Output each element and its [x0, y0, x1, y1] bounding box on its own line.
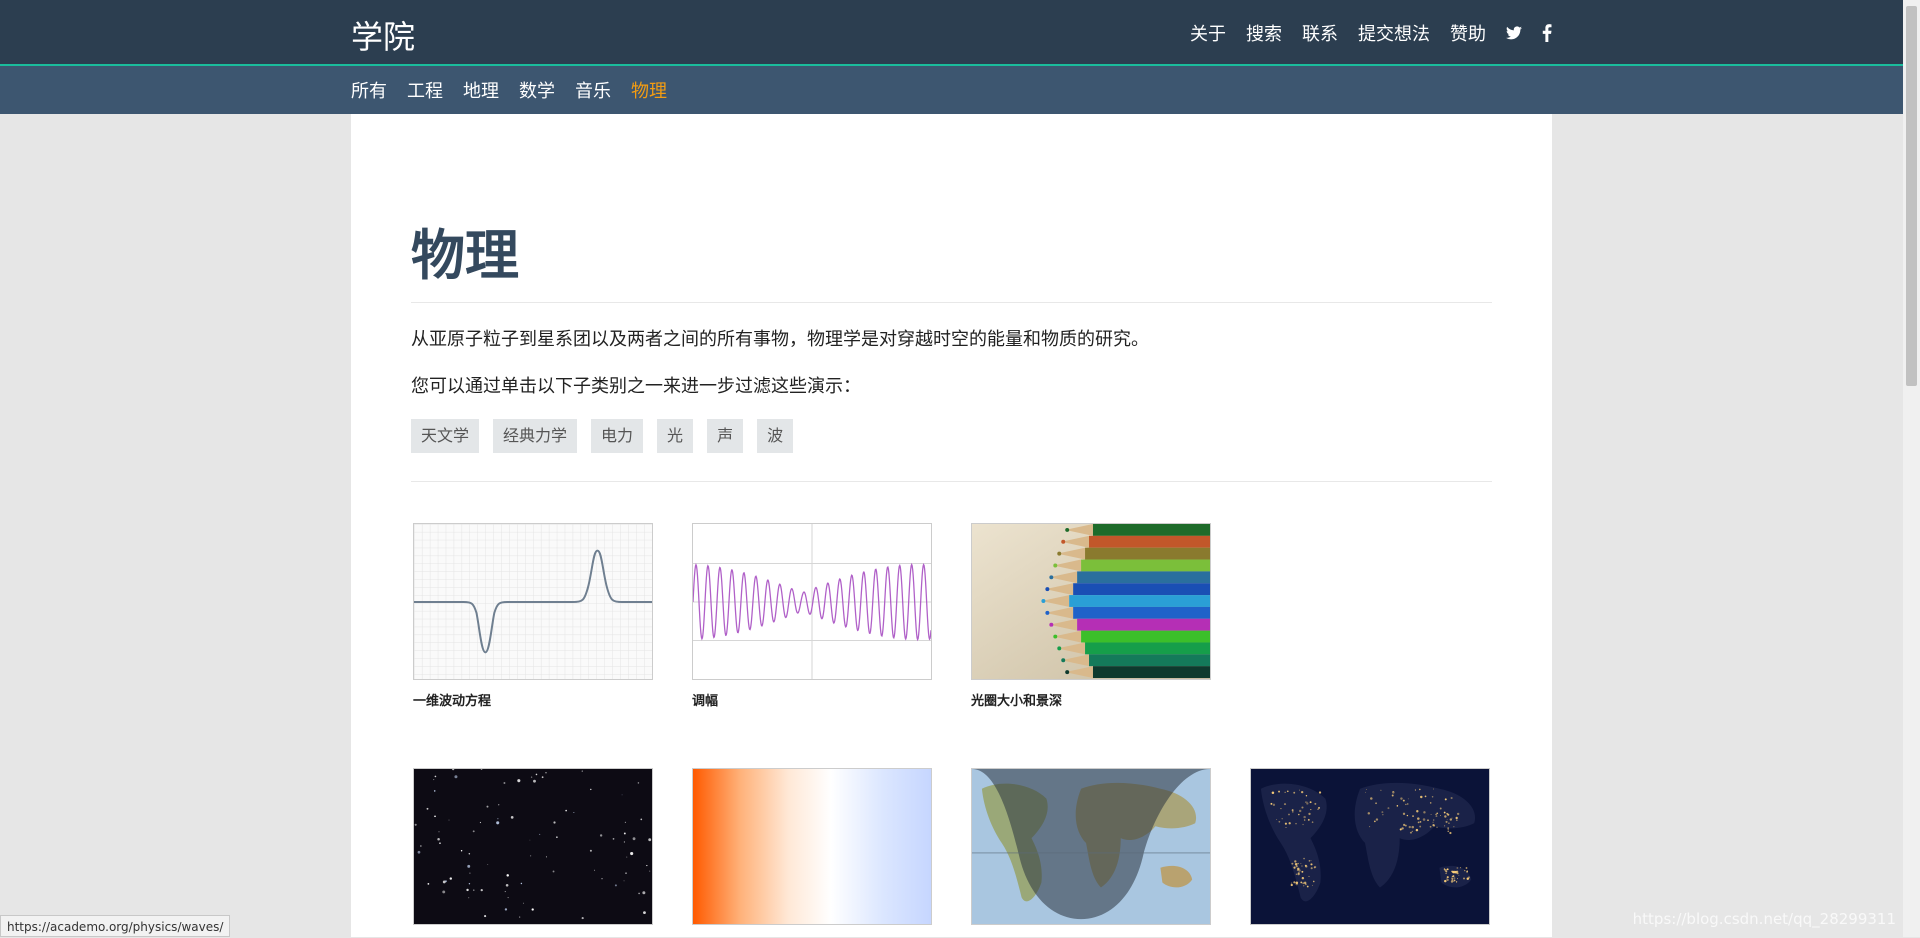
- browser-status-url: https://academo.org/physics/waves/: [0, 915, 231, 937]
- page-scrollbar[interactable]: [1903, 0, 1920, 937]
- filter-prompt-text: 您可以通过单击以下子类别之一来进一步过滤这些演示：: [411, 376, 861, 397]
- wave-pulse-thumbnail: [413, 523, 653, 680]
- site-brand-link[interactable]: 学院: [351, 12, 415, 58]
- amplitude-modulation-thumbnail: [692, 523, 932, 680]
- nav-search-link[interactable]: 搜索: [1246, 20, 1282, 46]
- demo-caption: 光圈大小和景深: [971, 694, 1063, 709]
- starfield-thumbnail: [413, 768, 653, 925]
- main-content: 物理 从亚原子粒子到星系团以及两者之间的所有事物，物理学是对穿越时空的能量和物质…: [351, 114, 1552, 937]
- category-nav: 所有 工程 地理 数学 音乐 物理: [351, 66, 687, 114]
- demo-caption: 调幅: [692, 694, 719, 709]
- tag-astronomy[interactable]: 天文学: [411, 419, 480, 453]
- tag-sound[interactable]: 声: [707, 419, 744, 453]
- tag-classical-mechanics[interactable]: 经典力学: [493, 419, 578, 453]
- demo-tile-amplitude-modulation[interactable]: 调幅: [692, 523, 932, 709]
- world-map-daylight-thumbnail: [971, 768, 1211, 925]
- demo-tile-wave-equation[interactable]: 一维波动方程: [413, 523, 653, 709]
- subcategory-tags: 天文学 经典力学 电力 光 声 波: [411, 419, 807, 453]
- demo-tile-world-daylight-map[interactable]: [971, 768, 1211, 925]
- title-divider: [411, 302, 1492, 303]
- category-engineering-link[interactable]: 工程: [407, 77, 443, 103]
- tag-waves[interactable]: 波: [757, 419, 794, 453]
- colored-pencils-thumbnail: [971, 523, 1211, 680]
- top-nav: 关于 搜索 联系 提交想法 赞助: [1170, 0, 1552, 66]
- category-all-link[interactable]: 所有: [351, 77, 387, 103]
- demo-tile-color-gradient[interactable]: [692, 768, 932, 925]
- nav-contact-link[interactable]: 联系: [1302, 20, 1338, 46]
- category-math-link[interactable]: 数学: [519, 77, 555, 103]
- demo-tile-aperture-depth-of-field[interactable]: 光圈大小和景深: [971, 523, 1211, 709]
- category-navbar: 所有 工程 地理 数学 音乐 物理: [0, 66, 1903, 114]
- tag-electricity[interactable]: 电力: [591, 419, 644, 453]
- nav-about-link[interactable]: 关于: [1190, 20, 1226, 46]
- scrollbar-thumb[interactable]: [1906, 6, 1917, 386]
- category-music-link[interactable]: 音乐: [575, 77, 611, 103]
- color-gradient-thumbnail: [692, 768, 932, 925]
- tags-divider: [411, 481, 1492, 482]
- nav-sponsor-link[interactable]: 赞助: [1450, 20, 1486, 46]
- intro-text: 从亚原子粒子到星系团以及两者之间的所有事物，物理学是对穿越时空的能量和物质的研究…: [411, 329, 1149, 350]
- top-navbar: 学院 关于 搜索 联系 提交想法 赞助: [0, 0, 1903, 66]
- demo-tile-starfield[interactable]: [413, 768, 653, 925]
- demo-tile-earth-at-night[interactable]: [1250, 768, 1490, 925]
- nav-submit-idea-link[interactable]: 提交想法: [1358, 20, 1430, 46]
- earth-night-lights-thumbnail: [1250, 768, 1490, 925]
- page-title: 物理: [411, 224, 519, 287]
- category-physics-link[interactable]: 物理: [631, 77, 667, 103]
- tag-light[interactable]: 光: [657, 419, 694, 453]
- watermark-text: https://blog.csdn.net/qq_28299311: [1632, 910, 1896, 928]
- category-geography-link[interactable]: 地理: [463, 77, 499, 103]
- demo-caption: 一维波动方程: [413, 694, 492, 709]
- facebook-icon[interactable]: [1542, 24, 1552, 42]
- twitter-icon[interactable]: [1506, 26, 1522, 40]
